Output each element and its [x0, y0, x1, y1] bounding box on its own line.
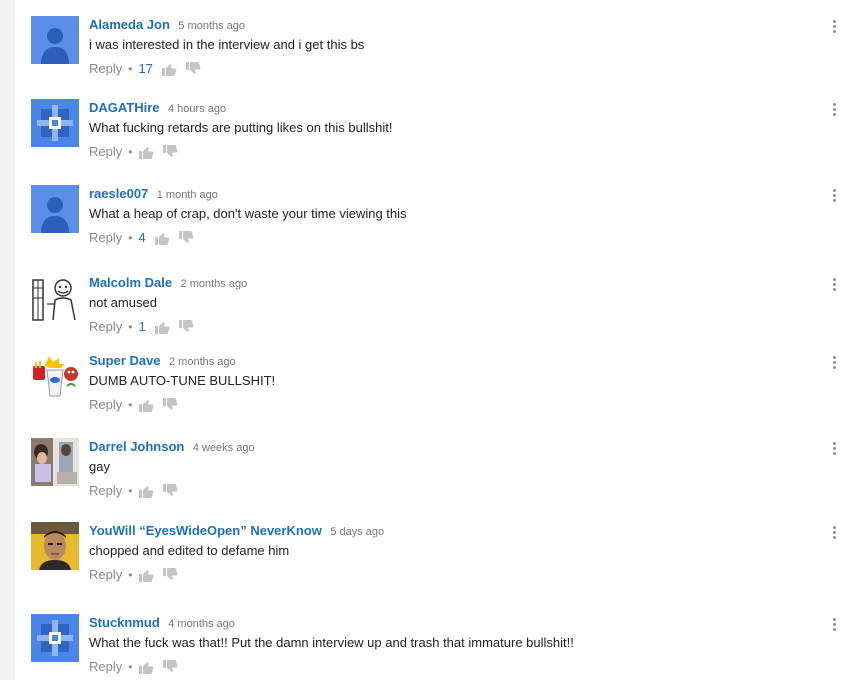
like-count: 17: [138, 61, 153, 76]
like-count: 4: [138, 230, 146, 245]
comment-timestamp[interactable]: 2 months ago: [169, 356, 236, 368]
comment-text: chopped and edited to defame him: [89, 543, 290, 558]
thumbs-down-icon[interactable]: [178, 230, 194, 246]
default-person-icon: [31, 16, 79, 64]
comment-timestamp[interactable]: 4 months ago: [168, 618, 235, 630]
reply-button[interactable]: Reply: [89, 395, 122, 415]
thumbs-down-icon[interactable]: [162, 659, 178, 675]
separator-dot: •: [128, 484, 133, 498]
thumbs-up-icon[interactable]: [138, 144, 154, 160]
separator-dot: •: [128, 398, 133, 412]
comment-author[interactable]: YouWill “EyesWideOpen” NeverKnow: [89, 523, 322, 538]
comment-timestamp[interactable]: 4 hours ago: [168, 103, 226, 115]
avatar[interactable]: [31, 16, 79, 64]
more-options-icon[interactable]: [830, 618, 838, 634]
avatar[interactable]: [31, 99, 79, 147]
comment-author[interactable]: Darrel Johnson: [89, 439, 184, 454]
thumbs-up-icon[interactable]: [138, 567, 154, 583]
reply-button[interactable]: Reply: [89, 565, 122, 585]
thumbs-down-icon[interactable]: [185, 61, 201, 77]
comment-item: Stucknmud 4 months ago What the fuck was…: [31, 614, 852, 694]
photo-thumbnail-icon: [31, 438, 79, 486]
reply-button[interactable]: Reply: [89, 142, 122, 162]
comment-text: What the fuck was that!! Put the damn in…: [89, 635, 574, 650]
separator-dot: •: [128, 231, 133, 245]
separator-dot: •: [128, 568, 133, 582]
thumbs-down-icon[interactable]: [162, 144, 178, 160]
comment-item: Super Dave 2 months ago DUMB AUTO-TUNE B…: [31, 352, 852, 432]
more-options-icon[interactable]: [830, 189, 838, 205]
thumbs-down-icon[interactable]: [178, 319, 194, 335]
reply-button[interactable]: Reply: [89, 657, 122, 677]
comment-item: YouWill “EyesWideOpen” NeverKnow 5 days …: [31, 522, 852, 602]
reply-button[interactable]: Reply: [89, 59, 122, 79]
thumbs-up-icon[interactable]: [161, 61, 177, 77]
comment-author[interactable]: Stucknmud: [89, 615, 160, 630]
reply-button[interactable]: Reply: [89, 228, 122, 248]
separator-dot: •: [128, 660, 133, 674]
comment-item: raesle007 1 month ago What a heap of cra…: [31, 185, 852, 265]
comment-timestamp[interactable]: 5 days ago: [330, 526, 384, 538]
more-options-icon[interactable]: [830, 526, 838, 542]
avatar[interactable]: [31, 438, 79, 486]
thumbs-up-icon[interactable]: [154, 319, 170, 335]
left-edge-rule: [0, 0, 15, 680]
comment-text: i was interested in the interview and i …: [89, 37, 365, 52]
thumbs-down-icon[interactable]: [162, 397, 178, 413]
separator-dot: •: [128, 145, 133, 159]
face-photo-icon: [31, 522, 79, 570]
thumbs-up-icon[interactable]: [138, 397, 154, 413]
default-person-icon: [31, 185, 79, 233]
comment-author[interactable]: Malcolm Dale: [89, 275, 172, 290]
sketch-cartoon-icon: [31, 274, 79, 322]
avatar[interactable]: [31, 352, 79, 400]
comment-text: What a heap of crap, don't waste your ti…: [89, 206, 407, 221]
avatar[interactable]: [31, 274, 79, 322]
comment-author[interactable]: DAGATHire: [89, 100, 160, 115]
comment-text: gay: [89, 459, 110, 474]
comment-text: DUMB AUTO-TUNE BULLSHIT!: [89, 373, 276, 388]
more-options-icon[interactable]: [830, 442, 838, 458]
more-options-icon[interactable]: [830, 356, 838, 372]
comment-timestamp[interactable]: 4 weeks ago: [193, 442, 255, 454]
more-options-icon[interactable]: [830, 20, 838, 36]
comment-item: Alameda Jon 5 months ago i was intereste…: [31, 16, 852, 96]
comment-timestamp[interactable]: 1 month ago: [157, 189, 218, 201]
avatar[interactable]: [31, 185, 79, 233]
thumbs-up-icon[interactable]: [138, 659, 154, 675]
comment-text: not amused: [89, 295, 157, 310]
comment-author[interactable]: Super Dave: [89, 353, 161, 368]
thumbs-down-icon[interactable]: [162, 483, 178, 499]
comment-item: Malcolm Dale 2 months ago not amused Rep…: [31, 274, 852, 354]
comment-item: DAGATHire 4 hours ago What fucking retar…: [31, 99, 852, 179]
comment-author[interactable]: Alameda Jon: [89, 17, 170, 32]
reply-button[interactable]: Reply: [89, 317, 122, 337]
avatar[interactable]: [31, 522, 79, 570]
more-options-icon[interactable]: [830, 103, 838, 119]
avatar[interactable]: [31, 614, 79, 662]
comment-author[interactable]: raesle007: [89, 186, 148, 201]
comment-timestamp[interactable]: 2 months ago: [181, 278, 248, 290]
blue-cross-pattern-icon: [31, 99, 79, 147]
cartoon-characters-icon: [31, 352, 79, 400]
thumbs-up-icon[interactable]: [138, 483, 154, 499]
comment-text: What fucking retards are putting likes o…: [89, 120, 393, 135]
reply-button[interactable]: Reply: [89, 481, 122, 501]
blue-cross-pattern-icon: [31, 614, 79, 662]
comment-item: Darrel Johnson 4 weeks ago gay Reply •: [31, 438, 852, 518]
comment-timestamp[interactable]: 5 months ago: [178, 20, 245, 32]
thumbs-up-icon[interactable]: [154, 230, 170, 246]
thumbs-down-icon[interactable]: [162, 567, 178, 583]
separator-dot: •: [128, 320, 133, 334]
more-options-icon[interactable]: [830, 278, 838, 294]
like-count: 1: [138, 319, 146, 334]
separator-dot: •: [128, 62, 133, 76]
